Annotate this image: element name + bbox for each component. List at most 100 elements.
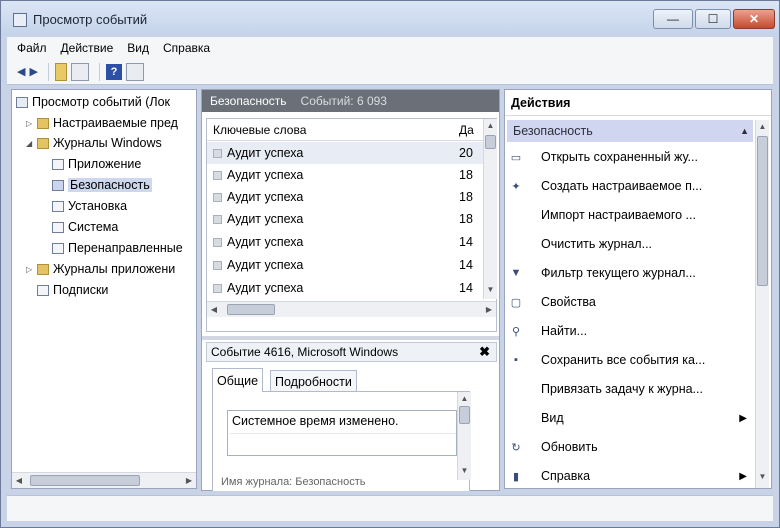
tree-subscriptions[interactable]: Подписки — [37, 280, 108, 300]
event-date: 20 — [459, 146, 473, 160]
tree-log-security[interactable]: Безопасность — [52, 175, 152, 195]
tree-root[interactable]: Просмотр событий (Лок — [16, 92, 170, 112]
tree-log-label: Безопасность — [68, 178, 152, 192]
audit-key-icon — [213, 214, 222, 224]
tree-custom-views[interactable]: ▷ Настраиваемые пред — [26, 113, 178, 133]
detail-vertical-scrollbar[interactable]: ▲ ▼ — [457, 392, 471, 480]
forward-icon: ▶ — [29, 66, 38, 78]
action-label: Фильтр текущего журнал... — [541, 266, 696, 280]
tree-log-application[interactable]: Приложение — [52, 154, 141, 174]
action-label: Импорт настраиваемого ... — [541, 208, 696, 222]
table-row[interactable]: Аудит успеха 18 — [207, 186, 484, 208]
menu-file[interactable]: Файл — [17, 41, 47, 55]
event-date: 14 — [459, 258, 473, 272]
forward-button[interactable]: ▶ — [29, 63, 37, 81]
table-row[interactable]: Аудит успеха 18 — [207, 164, 484, 186]
close-button[interactable]: ✕ — [733, 9, 775, 29]
toolbar-separator — [98, 62, 100, 81]
action-label: Вид — [541, 411, 564, 425]
table-row[interactable]: Аудит успеха 14 — [207, 254, 484, 276]
close-detail-icon[interactable]: ✖ — [479, 344, 490, 360]
action-item[interactable]: ↻ Обновить — [509, 436, 753, 458]
scroll-left-icon[interactable]: ◀ — [12, 476, 26, 485]
toolbar: ◀ ▶ ? — [7, 59, 773, 85]
action-item[interactable]: ✦ Создать настраиваемое п... — [509, 175, 753, 197]
scrollbar-thumb[interactable] — [757, 136, 768, 286]
subscriptions-icon — [37, 284, 49, 296]
blank-icon — [509, 208, 523, 222]
column-date[interactable]: Да — [459, 123, 474, 137]
actions-section-security[interactable]: Безопасность ▲ — [507, 120, 753, 142]
action-label: Привязать задачу к журна... — [541, 382, 703, 396]
scroll-right-icon[interactable]: ▶ — [182, 476, 196, 485]
table-row[interactable]: Аудит успеха 14 — [207, 277, 484, 299]
collapse-icon[interactable]: ▲ — [740, 126, 749, 136]
maximize-button[interactable]: ☐ — [695, 9, 731, 29]
log-name-field: Имя журнала: Безопасность — [221, 476, 366, 488]
collapse-icon[interactable]: ◢ — [26, 139, 35, 148]
event-date: 18 — [459, 212, 473, 226]
scrollbar-thumb[interactable] — [485, 135, 496, 149]
expand-icon[interactable]: ▷ — [26, 119, 35, 128]
menu-help[interactable]: Справка — [163, 41, 210, 55]
menu-action[interactable]: Действие — [61, 41, 114, 55]
scrollbar-thumb[interactable] — [227, 304, 275, 315]
event-list-horizontal-scrollbar[interactable]: ◀ ▶ — [207, 301, 496, 317]
scroll-down-icon[interactable]: ▼ — [458, 466, 471, 475]
action-item[interactable]: ▢ Свойства — [509, 291, 753, 313]
action-item[interactable]: ▭ Открыть сохраненный жу... — [509, 146, 753, 168]
tree-subscriptions-label: Подписки — [53, 283, 109, 297]
scrollbar-thumb[interactable] — [30, 475, 140, 486]
event-description-box: Системное время изменено. — [227, 410, 457, 456]
expand-icon[interactable]: ▷ — [26, 265, 35, 274]
log-icon — [52, 221, 64, 233]
action-item[interactable]: ▼ Фильтр текущего журнал... — [509, 262, 753, 284]
scroll-right-icon[interactable]: ▶ — [482, 305, 496, 314]
action-label: Очистить журнал... — [541, 237, 653, 251]
action-item[interactable]: ▪ Сохранить все события ка... — [509, 349, 753, 371]
minimize-button[interactable]: — — [653, 9, 693, 29]
scroll-down-icon[interactable]: ▼ — [756, 472, 769, 481]
tree-app-service-logs[interactable]: ▷ Журналы приложени — [26, 259, 175, 279]
scroll-up-icon[interactable]: ▲ — [458, 394, 471, 403]
action-item[interactable]: Импорт настраиваемого ... — [509, 204, 753, 226]
tree-windows-logs[interactable]: ◢ Журналы Windows — [26, 133, 162, 153]
scroll-down-icon[interactable]: ▼ — [484, 285, 497, 294]
action-item[interactable]: Привязать задачу к журна... — [509, 378, 753, 400]
show-hide-tree-button[interactable] — [70, 62, 89, 81]
actions-vertical-scrollbar[interactable]: ▲ ▼ — [755, 120, 769, 488]
column-keywords[interactable]: Ключевые слова — [213, 123, 306, 137]
up-folder-button[interactable] — [54, 62, 67, 81]
scrollbar-thumb[interactable] — [459, 406, 470, 424]
action-item[interactable]: ▮ Справка ▶ — [509, 465, 753, 487]
scroll-left-icon[interactable]: ◀ — [207, 305, 221, 314]
action-label: Сохранить все события ка... — [541, 353, 706, 367]
table-row[interactable]: Аудит успеха 20 — [207, 142, 484, 164]
action-item[interactable]: ⚲ Найти... — [509, 320, 753, 342]
table-row[interactable]: Аудит успеха 14 — [207, 231, 484, 253]
tree-log-setup[interactable]: Установка — [52, 196, 127, 216]
action-item[interactable]: Очистить журнал... — [509, 233, 753, 255]
tree-log-forwarded[interactable]: Перенаправленные — [52, 238, 183, 258]
back-button[interactable]: ◀ — [17, 63, 25, 81]
help-button[interactable]: ? — [105, 63, 122, 80]
action-item[interactable]: Вид ▶ — [509, 407, 753, 429]
divider — [230, 433, 456, 434]
menu-view[interactable]: Вид — [127, 41, 149, 55]
pane-splitter[interactable] — [202, 336, 499, 340]
tab-general[interactable]: Общие — [212, 368, 264, 392]
log-icon — [52, 179, 64, 191]
properties-icon: ▢ — [510, 296, 522, 309]
scroll-up-icon[interactable]: ▲ — [756, 122, 769, 131]
tree-log-system[interactable]: Система — [52, 217, 118, 237]
action-label: Обновить — [541, 440, 598, 454]
tree-horizontal-scrollbar[interactable]: ◀ ▶ — [12, 472, 196, 488]
event-list-vertical-scrollbar[interactable]: ▲ ▼ — [483, 119, 497, 299]
scroll-up-icon[interactable]: ▲ — [484, 121, 497, 130]
log-title: Безопасность — [210, 94, 287, 108]
tab-details[interactable]: Подробности — [270, 370, 357, 392]
show-hide-actions-button[interactable] — [125, 62, 144, 81]
action-label: Справка — [541, 469, 591, 483]
window-title: Просмотр событий — [33, 12, 148, 27]
table-row[interactable]: Аудит успеха 18 — [207, 208, 484, 230]
